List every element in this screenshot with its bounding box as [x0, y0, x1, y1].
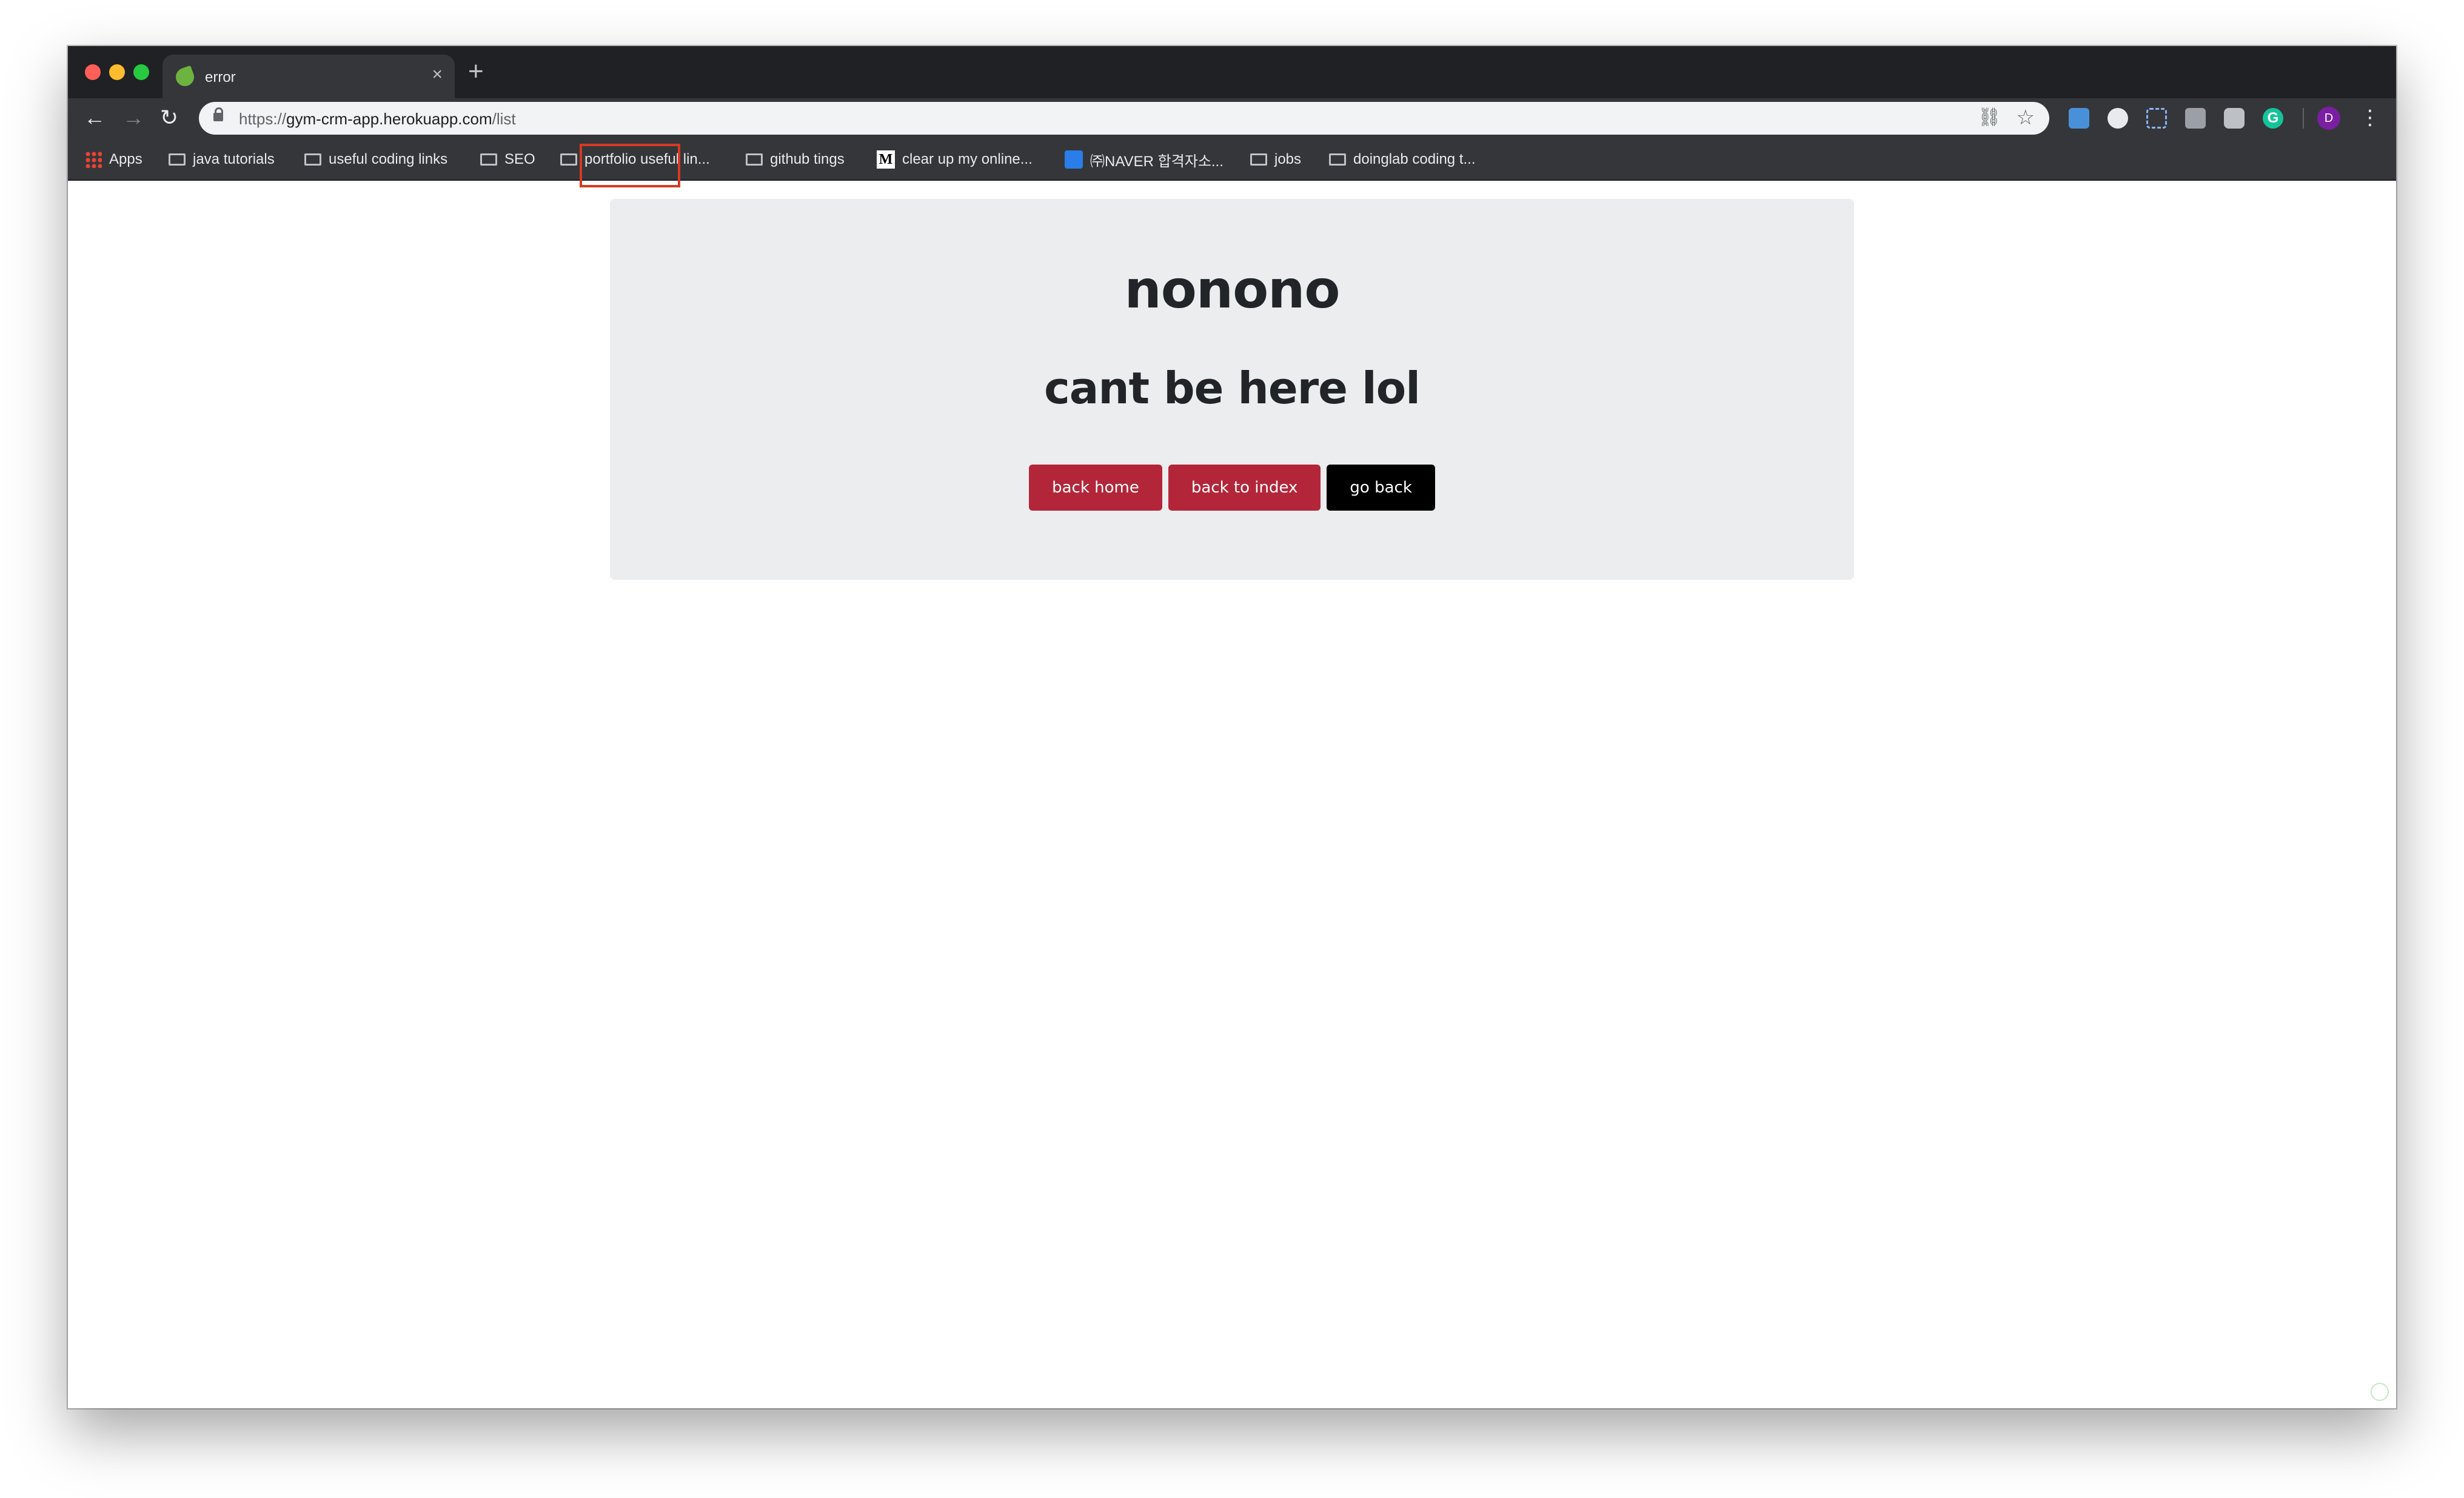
- grammarly-icon[interactable]: G: [2263, 108, 2283, 129]
- bookmark-apps[interactable]: Apps: [85, 149, 142, 170]
- url-text[interactable]: https://gym-crm-app.herokuapp.com/list: [239, 110, 516, 129]
- folder-icon: [169, 153, 186, 166]
- minimize-window-button[interactable]: [109, 64, 125, 80]
- key-icon[interactable]: ⛓: [1978, 107, 2001, 128]
- url-scheme: https://: [239, 110, 287, 128]
- tab-close-icon[interactable]: ×: [432, 65, 443, 84]
- url-host: gym-crm-app.herokuapp.com: [286, 110, 492, 128]
- folder-icon: [304, 153, 321, 166]
- button-group: back home back to index go back: [610, 465, 1854, 511]
- bookmark-java-tutorials[interactable]: java tutorials: [169, 149, 275, 170]
- bookmark-naver[interactable]: ㈜NAVER 합격자소...: [1065, 149, 1224, 170]
- apps-grid-icon: [85, 151, 102, 168]
- profile-avatar[interactable]: D: [2317, 107, 2340, 130]
- bookmarks-bar: Apps java tutorials useful coding links …: [68, 138, 2396, 181]
- back-to-index-button[interactable]: back to index: [1168, 465, 1321, 511]
- tab-title: error: [205, 69, 236, 86]
- browser-toolbar: ← → ↻ https://gym-crm-app.herokuapp.com/…: [68, 98, 2396, 138]
- spring-leaf-icon: [173, 65, 197, 89]
- ext-icon[interactable]: [2185, 108, 2206, 129]
- bookmark-label: java tutorials: [193, 151, 275, 167]
- address-bar[interactable]: https://gym-crm-app.herokuapp.com/list ⛓…: [199, 102, 2049, 135]
- folder-icon: [480, 153, 497, 166]
- bookmark-label: useful coding links: [329, 151, 448, 167]
- bookmark-label: doinglab coding t...: [1353, 151, 1476, 167]
- back-arrow-icon[interactable]: ←: [84, 104, 105, 131]
- bookmark-github-tings[interactable]: github tings: [746, 149, 845, 170]
- tab-strip: error × +: [68, 46, 2396, 98]
- url-path: /list: [492, 110, 516, 128]
- close-window-button[interactable]: [85, 64, 101, 80]
- folder-icon: [746, 153, 763, 166]
- go-back-button[interactable]: go back: [1327, 465, 1435, 511]
- bookmark-label: ㈜NAVER 합격자소...: [1090, 153, 1224, 170]
- shield-icon: [2371, 1383, 2389, 1401]
- new-tab-button[interactable]: +: [468, 58, 484, 85]
- url-path-highlight: [580, 144, 680, 187]
- kebab-menu-icon[interactable]: ⋮: [2360, 104, 2380, 131]
- toolbar-divider: [2303, 108, 2304, 129]
- folder-icon: [560, 153, 577, 166]
- folder-icon: [1329, 153, 1346, 166]
- bookmark-label: SEO: [504, 151, 535, 167]
- folder-icon: [1250, 153, 1267, 166]
- medium-icon: M: [877, 150, 895, 169]
- calendar-ext-icon[interactable]: [2069, 108, 2089, 129]
- screenshot-ext-icon[interactable]: [2146, 108, 2167, 129]
- reload-icon[interactable]: ↻: [160, 104, 178, 131]
- page-subtitle: cant be here lol: [1044, 363, 1421, 414]
- bookmark-label: clear up my online...: [902, 151, 1033, 167]
- tab-error[interactable]: error ×: [162, 55, 455, 98]
- forward-arrow-icon[interactable]: →: [122, 104, 144, 131]
- page-viewport: nonono cant be here lol back home back t…: [68, 182, 2396, 1408]
- back-home-button[interactable]: back home: [1029, 465, 1162, 511]
- bookmark-seo[interactable]: SEO: [480, 149, 535, 170]
- camera-ext-icon[interactable]: [2224, 108, 2245, 129]
- bookmark-useful-coding-links[interactable]: useful coding links: [304, 149, 447, 170]
- bookmark-jobs[interactable]: jobs: [1250, 149, 1301, 170]
- browser-window: error × + ← → ↻ https://gym-crm-app.hero…: [68, 46, 2396, 1408]
- circle-ext-icon[interactable]: [2107, 108, 2128, 129]
- bookmark-clear-up[interactable]: M clear up my online...: [877, 149, 1033, 170]
- lock-icon[interactable]: [213, 107, 223, 121]
- error-jumbotron: nonono cant be here lol back home back t…: [610, 199, 1854, 580]
- naver-icon: [1065, 150, 1083, 169]
- maximize-window-button[interactable]: [133, 64, 149, 80]
- bookmark-label: github tings: [770, 151, 845, 167]
- bookmark-star-icon[interactable]: ☆: [2017, 106, 2035, 130]
- page-title: nonono: [1124, 260, 1341, 320]
- bookmark-label: jobs: [1274, 151, 1302, 167]
- bookmark-label: Apps: [109, 151, 142, 167]
- bookmark-doinglab[interactable]: doinglab coding t...: [1329, 149, 1475, 170]
